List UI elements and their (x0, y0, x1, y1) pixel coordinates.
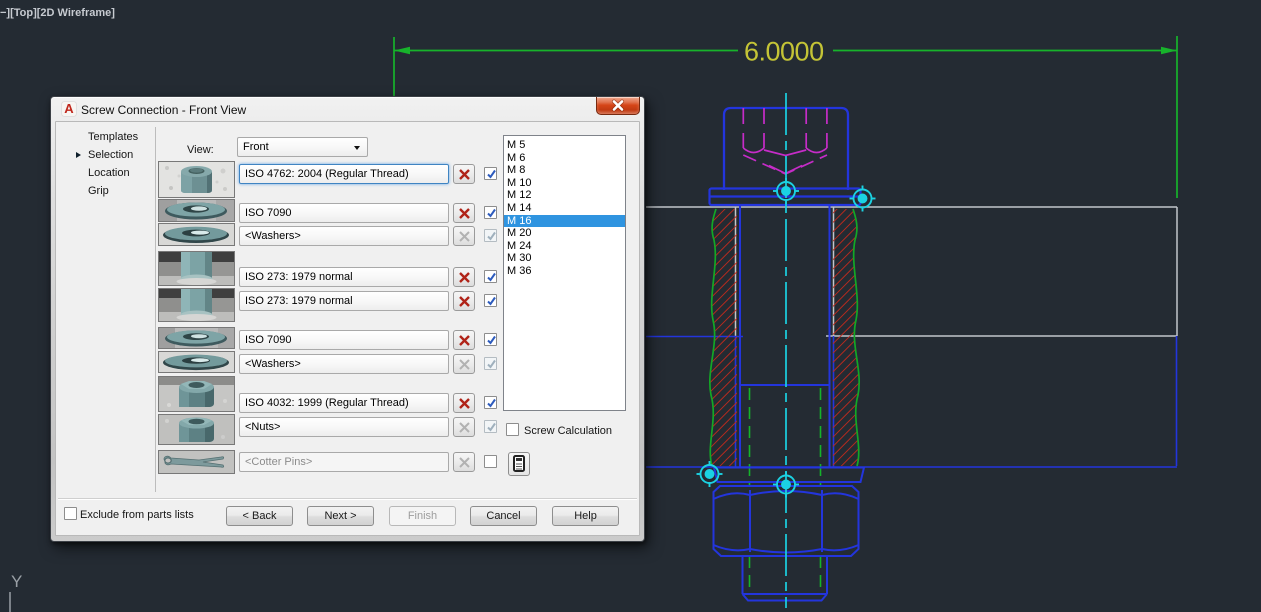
svg-text:6.0000: 6.0000 (744, 37, 824, 67)
